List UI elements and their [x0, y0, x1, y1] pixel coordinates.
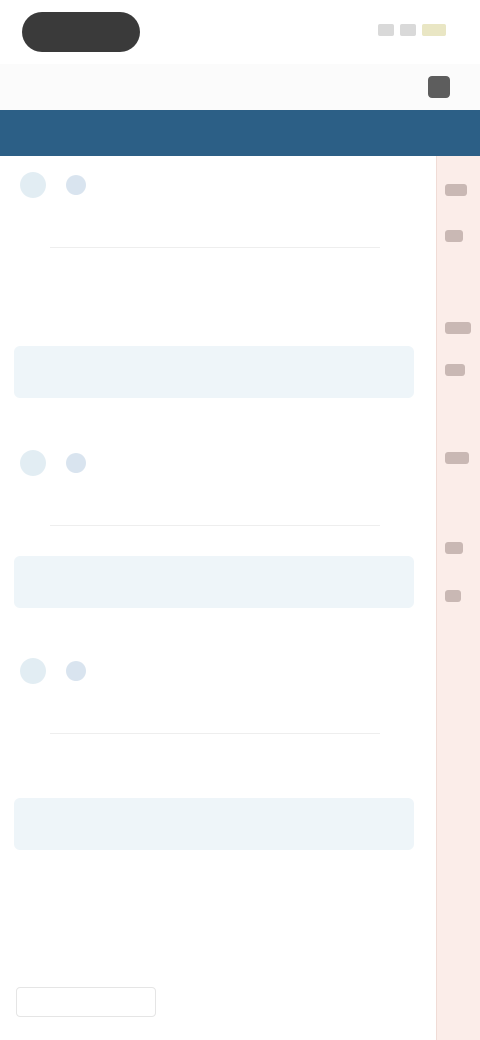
section-3-tab-bar: [14, 798, 414, 850]
section-3-icon: [20, 658, 46, 684]
side-panel-item[interactable]: [445, 184, 467, 196]
section-1-subrow: [20, 310, 410, 334]
section-2-subheading: [50, 500, 380, 526]
footer-title: [110, 878, 330, 908]
section-3-header[interactable]: [20, 658, 86, 684]
side-panel-item[interactable]: [445, 452, 469, 464]
side-panel-item[interactable]: [445, 230, 463, 242]
footer-input[interactable]: [16, 987, 156, 1017]
side-panel: [436, 156, 480, 1040]
section-1-subheading: [50, 222, 380, 248]
status-bar: [0, 0, 480, 64]
section-2-icon: [20, 450, 46, 476]
sub-header-right[interactable]: [428, 76, 458, 98]
section-1-header[interactable]: [20, 172, 86, 198]
section-1-tab[interactable]: [354, 366, 374, 378]
side-panel-item[interactable]: [445, 542, 463, 554]
signal-icon: [378, 24, 394, 36]
info-icon[interactable]: [66, 661, 86, 681]
section-2-tab[interactable]: [54, 576, 74, 588]
section-2-header[interactable]: [20, 450, 86, 476]
battery-icon: [422, 24, 446, 36]
camera-notch: [22, 12, 140, 52]
section-3-tab[interactable]: [254, 818, 274, 830]
section-1-tab[interactable]: [254, 366, 274, 378]
section-3-row: [20, 756, 410, 780]
section-3-tab[interactable]: [354, 818, 374, 830]
side-panel-item[interactable]: [445, 364, 465, 376]
section-2-tab[interactable]: [254, 576, 274, 588]
info-icon[interactable]: [66, 175, 86, 195]
section-3-subheading: [50, 708, 380, 734]
section-3-tab[interactable]: [154, 818, 174, 830]
sub-header: [0, 64, 480, 110]
section-2-tab[interactable]: [354, 576, 374, 588]
wifi-icon: [400, 24, 416, 36]
section-1-tab[interactable]: [154, 366, 174, 378]
footer-input-row: [16, 984, 416, 1020]
side-panel-item[interactable]: [445, 322, 471, 334]
section-3-tab[interactable]: [54, 818, 74, 830]
section-1-tab[interactable]: [54, 366, 74, 378]
section-2-tab[interactable]: [154, 576, 174, 588]
section-1-row: [20, 272, 410, 296]
status-icons: [378, 24, 446, 36]
section-1-tab-bar: [14, 346, 414, 398]
section-1-icon: [20, 172, 46, 198]
section-2-tab-bar: [14, 556, 414, 608]
title-bar: [0, 110, 480, 156]
main-content: [0, 156, 430, 1040]
side-panel-item[interactable]: [445, 590, 461, 602]
info-icon[interactable]: [66, 453, 86, 473]
menu-icon[interactable]: [428, 76, 450, 98]
